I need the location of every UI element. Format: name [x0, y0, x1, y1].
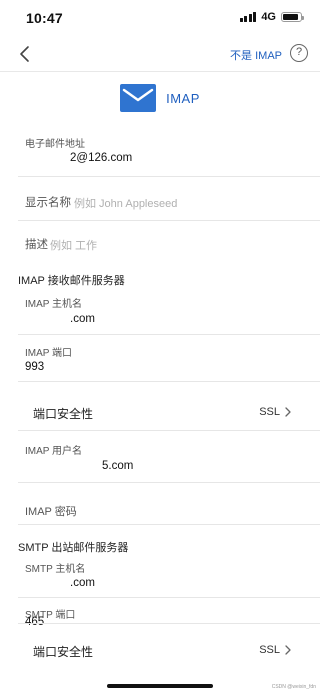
chevron-right-icon [285, 407, 291, 417]
display-name-field[interactable]: 例如 John Appleseed [74, 195, 177, 211]
description-label: 描述 [25, 239, 48, 251]
smtp-host-field[interactable]: .com [70, 577, 95, 589]
divider [18, 381, 320, 382]
imap-password-field[interactable]: IMAP 密码 [25, 503, 77, 519]
email-label: 电子邮件地址 [25, 139, 85, 150]
divider [18, 482, 320, 483]
imap-user-field[interactable]: 5.com [102, 460, 133, 472]
smtp-security-label: 端口安全性 [33, 645, 94, 659]
header-title: IMAP [166, 90, 200, 106]
divider [18, 176, 320, 177]
imap-host-field[interactable]: .com [70, 313, 95, 325]
battery-icon [281, 12, 304, 22]
network-type: 4G [261, 11, 276, 23]
display-name-label: 显示名称 [25, 197, 71, 209]
imap-security-select[interactable]: SSL [259, 406, 280, 418]
help-button[interactable]: ? [290, 44, 308, 62]
nav-bar: 不是 IMAP ? [0, 36, 320, 72]
chevron-left-icon [20, 46, 29, 62]
imap-port-label: IMAP 端口 [25, 348, 73, 359]
account-header: IMAP [0, 80, 320, 116]
imap-host-label: IMAP 主机名 [25, 299, 83, 310]
divider [18, 623, 320, 624]
mail-icon [120, 84, 157, 112]
status-time: 10:47 [26, 10, 63, 26]
smtp-security-select[interactable]: SSL [259, 644, 280, 656]
smtp-section-title: SMTP 出站邮件服务器 [18, 542, 129, 554]
battery-level [283, 14, 299, 20]
chevron-right-icon [285, 645, 291, 655]
smtp-port-field[interactable]: 465 [25, 616, 44, 628]
status-indicators: 4G [239, 11, 304, 23]
divider [18, 430, 320, 431]
not-imap-link[interactable]: 不是 IMAP [230, 47, 282, 63]
imap-port-field[interactable]: 993 [25, 361, 44, 373]
divider [18, 597, 320, 598]
divider [18, 220, 320, 221]
email-field[interactable]: 2@126.com [70, 152, 132, 164]
divider [18, 334, 320, 335]
imap-security-label: 端口安全性 [33, 407, 94, 421]
smtp-host-label: SMTP 主机名 [25, 564, 86, 575]
divider [18, 524, 320, 525]
imap-user-label: IMAP 用户名 [25, 446, 83, 457]
signal-icon [239, 12, 257, 22]
description-field[interactable]: 例如 工作 [50, 237, 97, 253]
status-bar: 10:47 4G [0, 0, 320, 36]
home-indicator[interactable] [107, 684, 213, 688]
back-button[interactable] [14, 42, 38, 66]
imap-section-title: IMAP 接收邮件服务器 [18, 275, 125, 287]
watermark: CSDN @weixin_fdn [271, 684, 316, 690]
